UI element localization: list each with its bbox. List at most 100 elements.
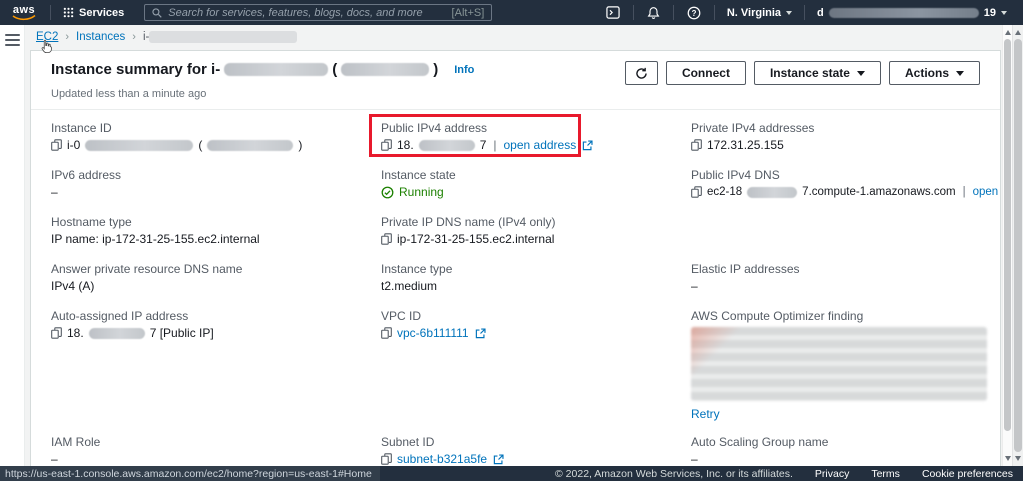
breadcrumb-current: i-: [143, 31, 298, 43]
mouse-cursor-hand: [40, 39, 52, 54]
scroll-down-arrow[interactable]: [1004, 456, 1011, 461]
field-hostname-type: Hostname type IP name: ip-172-31-25-155.…: [51, 215, 260, 246]
chevron-down-icon: [1001, 10, 1007, 15]
redacted-instance-id: [224, 63, 329, 76]
field-auto-assigned-ip: Auto-assigned IP address 18. 7 [Public I…: [51, 309, 214, 340]
field-instance-state: Instance state Running: [381, 168, 456, 199]
account-name-suffix: 19: [983, 6, 996, 19]
redacted-instance-name: [207, 139, 294, 151]
copy-icon[interactable]: [381, 327, 392, 339]
top-navigation-bar: aws Services Search for services, featur…: [0, 0, 1023, 25]
external-link-icon[interactable]: [475, 327, 486, 339]
actions-dropdown[interactable]: Actions: [888, 61, 980, 85]
field-iam-role: IAM Role –: [51, 435, 101, 466]
region-label: N. Virginia: [726, 6, 782, 19]
scrollbar-thumb[interactable]: [1004, 39, 1011, 431]
scroll-up-arrow[interactable]: [1015, 30, 1021, 35]
redacted-instance-id: [149, 31, 298, 43]
breadcrumb-instances-link[interactable]: Instances: [76, 31, 125, 43]
copy-icon[interactable]: [51, 139, 62, 151]
copy-icon[interactable]: [381, 139, 392, 151]
redacted-optimizer-finding: [691, 327, 987, 401]
field-instance-id: Instance ID i-0 ( ): [51, 121, 303, 152]
redacted-public-ip: [88, 327, 145, 339]
privacy-link[interactable]: Privacy: [815, 468, 849, 480]
field-vpc-id: VPC ID vpc-6b111111: [381, 308, 691, 421]
field-asg-name: Auto Scaling Group name –: [691, 435, 829, 466]
panel-header: Instance summary for i- () Info Connect …: [31, 51, 1000, 109]
chevron-down-icon: [786, 10, 793, 15]
external-link-icon[interactable]: [582, 139, 593, 151]
redacted-account-name: [828, 7, 979, 18]
account-name-prefix: d: [817, 6, 824, 19]
field-compute-optimizer: AWS Compute Optimizer finding Retry: [691, 308, 1000, 421]
help-button[interactable]: ?: [674, 0, 714, 25]
info-link[interactable]: Info: [454, 64, 474, 76]
aws-logo[interactable]: aws: [12, 3, 36, 21]
content-scrollbar[interactable]: [1002, 25, 1012, 466]
breadcrumb-separator: ›: [132, 31, 136, 44]
check-circle-icon: [381, 186, 394, 198]
cloudshell-terminal-icon: [606, 6, 620, 19]
region-selector[interactable]: N. Virginia: [715, 0, 804, 25]
refresh-button[interactable]: [624, 61, 658, 85]
bell-icon: [647, 6, 660, 19]
open-address-link[interactable]: open address: [973, 183, 1000, 201]
header-buttons: Connect Instance state Actions: [624, 61, 980, 85]
copy-icon[interactable]: [691, 186, 702, 198]
field-empty: [691, 214, 1000, 248]
account-menu[interactable]: d 19: [805, 0, 1023, 25]
copy-icon[interactable]: [381, 453, 392, 465]
copy-icon[interactable]: [691, 139, 702, 151]
aws-logo-text: aws: [12, 3, 36, 16]
vpc-id-link[interactable]: vpc-6b111111: [397, 324, 469, 342]
cookie-preferences-link[interactable]: Cookie preferences: [922, 468, 1013, 480]
aws-smile-icon: [12, 14, 36, 20]
copy-icon[interactable]: [51, 327, 62, 339]
instance-summary-panel: Instance summary for i- () Info Connect …: [30, 50, 1001, 466]
field-elastic-ip: Elastic IP addresses –: [691, 262, 800, 293]
terms-link[interactable]: Terms: [871, 468, 900, 480]
redacted-public-ip: [418, 139, 475, 151]
notifications-button[interactable]: [634, 0, 673, 25]
side-menu-toggle-button[interactable]: [5, 31, 20, 49]
redacted-instance-name: [341, 63, 430, 76]
browser-scrollbar[interactable]: [1012, 25, 1023, 466]
services-label: Services: [79, 6, 125, 19]
subnet-id-link[interactable]: subnet-b321a5fe: [397, 450, 487, 466]
retry-link[interactable]: Retry: [691, 407, 720, 421]
scroll-down-arrow[interactable]: [1015, 456, 1021, 461]
page-title: Instance summary for i- () Info: [51, 61, 475, 78]
scroll-up-arrow[interactable]: [1004, 30, 1011, 35]
instance-state-dropdown[interactable]: Instance state: [753, 61, 881, 85]
field-public-ipv4: Public IPv4 address 18. 7 | open address: [369, 114, 691, 157]
search-placeholder: Search for services, features, blogs, do…: [168, 6, 423, 19]
external-link-icon[interactable]: [493, 453, 504, 465]
breadcrumb: EC2 › Instances › i-: [36, 31, 298, 44]
scrollbar-thumb[interactable]: [1014, 39, 1022, 452]
cloudshell-button[interactable]: [593, 0, 633, 25]
services-menu-button[interactable]: Services: [51, 0, 136, 25]
nav-right-group: ? N. Virginia d 19: [593, 0, 1023, 25]
search-icon: [152, 7, 162, 18]
grid-icon: [63, 7, 74, 18]
refresh-icon: [636, 67, 647, 79]
instance-state-value: Running: [399, 185, 444, 199]
field-instance-type: Instance type t2.medium: [381, 262, 453, 293]
left-rail: [0, 25, 25, 466]
open-address-link[interactable]: open address: [504, 136, 577, 154]
global-search-input[interactable]: Search for services, features, blogs, do…: [144, 4, 493, 21]
copy-icon[interactable]: [381, 233, 392, 245]
field-ipv6: IPv6 address –: [51, 168, 122, 199]
copyright-text: © 2022, Amazon Web Services, Inc. or its…: [555, 467, 793, 480]
redacted-public-dns: [747, 186, 798, 198]
link-preview-tooltip: https://us-east-1.console.aws.amazon.com…: [0, 466, 380, 481]
field-answer-dns: Answer private resource DNS name IPv4 (A…: [51, 262, 243, 293]
search-shortcut-hint: [Alt+S]: [451, 6, 485, 19]
svg-text:?: ?: [691, 8, 696, 17]
field-subnet-id: Subnet ID subnet-b321a5fe: [381, 434, 691, 466]
chevron-down-icon: [856, 70, 865, 76]
chevron-down-icon: [956, 70, 964, 76]
connect-button[interactable]: Connect: [665, 61, 746, 85]
field-private-ipv4: Private IPv4 addresses 172.31.25.155: [691, 121, 815, 152]
